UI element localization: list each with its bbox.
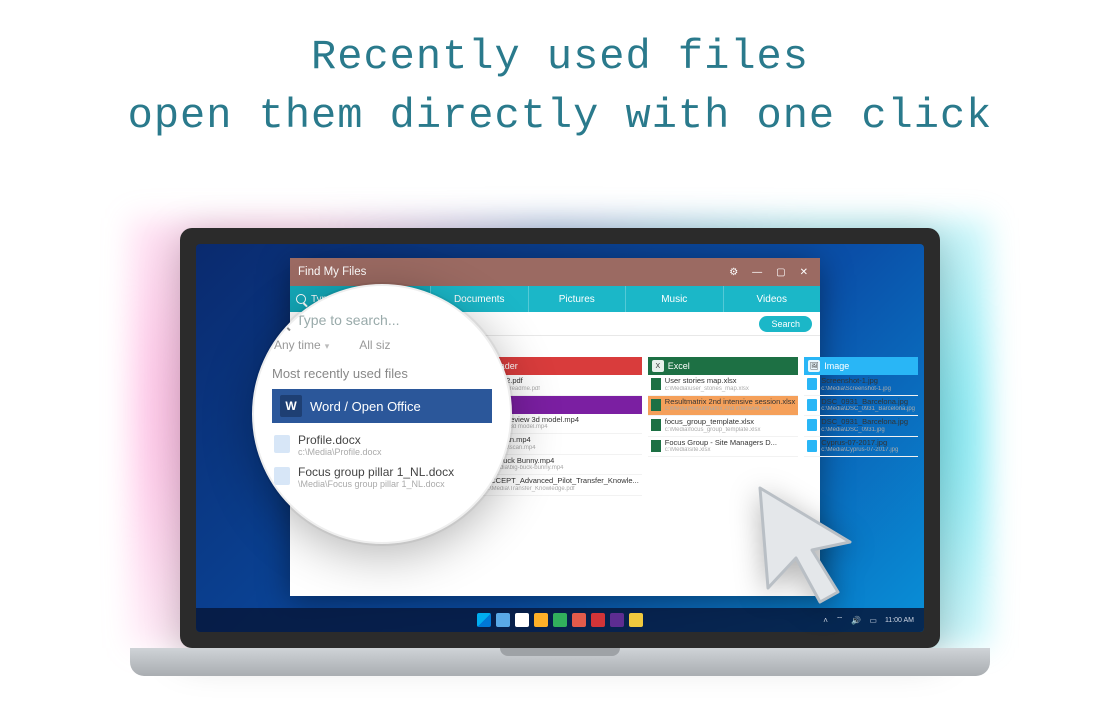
gear-icon[interactable]: ⚙ — [725, 265, 742, 280]
mag-file-row[interactable]: Profile.docxc:\Media\Profile.docx — [272, 429, 492, 461]
magnifier-lens: Type to search... Any time▾ All siz Most… — [252, 284, 512, 544]
mag-filter-size[interactable]: All siz — [359, 338, 390, 352]
list-item[interactable]: Screenshot-1.jpgc:\Media\Screenshot-1.jp… — [804, 375, 918, 396]
search-icon — [296, 294, 306, 304]
image-icon: 🖼 — [808, 360, 820, 372]
hero-line2: open them directly with one click — [0, 87, 1120, 146]
file-icon — [274, 435, 290, 453]
volume-icon[interactable]: 🔊 — [851, 616, 861, 625]
taskbar-app-icon[interactable] — [591, 613, 605, 627]
taskbar: ˄ ⌔ 🔊 ▭ 11:00 AM — [196, 608, 924, 632]
taskbar-app-icon[interactable] — [515, 613, 529, 627]
close-button[interactable]: ✕ — [796, 265, 812, 280]
chevron-up-icon[interactable]: ˄ — [823, 616, 828, 625]
taskbar-app-icon[interactable] — [553, 613, 567, 627]
list-item[interactable]: focus_group_template.xlsxc:\Media\focus_… — [648, 416, 798, 437]
taskbar-app-icon[interactable] — [496, 613, 510, 627]
minimize-button[interactable]: — — [748, 265, 766, 280]
hero-line1: Recently used files — [0, 28, 1120, 87]
list-item-highlighted[interactable]: Resultmatrix 2nd intensive session.xlsxc… — [648, 396, 798, 417]
list-item[interactable]: DSC_0931_Barcelona.jpgc:\Media\DSC_0931.… — [804, 416, 918, 437]
taskbar-app-icon[interactable] — [534, 613, 548, 627]
app-title: Find My Files — [298, 266, 366, 278]
tab-videos[interactable]: Videos — [723, 286, 821, 312]
word-icon: W — [280, 395, 302, 417]
mag-search-placeholder: Type to search... — [296, 312, 400, 328]
cursor-arrow-icon — [750, 480, 870, 610]
mag-mru-heading: Most recently used files — [272, 366, 492, 381]
battery-icon[interactable]: ▭ — [869, 616, 877, 625]
list-item[interactable]: Cyprus-07-2017.jpgc:\Media\Cyprus-07-201… — [804, 437, 918, 458]
title-bar: Find My Files ⚙ — ▢ ✕ — [290, 258, 820, 286]
tab-music[interactable]: Music — [625, 286, 723, 312]
mag-search[interactable]: Type to search... — [272, 312, 492, 328]
category-excel[interactable]: X Excel — [648, 357, 798, 375]
taskbar-app-icon[interactable] — [610, 613, 624, 627]
category-excel-label: Excel — [668, 361, 690, 371]
wifi-icon[interactable]: ⌔ — [836, 615, 844, 625]
taskbar-app-icon[interactable] — [572, 613, 586, 627]
list-item[interactable]: User stories map.xlsxc:\Media\user_stori… — [648, 375, 798, 396]
category-image[interactable]: 🖼 Image — [804, 357, 918, 375]
mag-file-row[interactable]: Focus group pillar 1_NL.docx\Media\Focus… — [272, 461, 492, 493]
list-item[interactable]: Focus Group - Site Managers D...c:\Media… — [648, 437, 798, 458]
tab-pictures[interactable]: Pictures — [528, 286, 626, 312]
mag-category-word[interactable]: W Word / Open Office — [272, 389, 492, 423]
search-button[interactable]: Search — [759, 316, 812, 332]
category-image-label: Image — [824, 361, 849, 371]
taskbar-app-icon[interactable] — [629, 613, 643, 627]
list-item[interactable]: DSC_0931_Barcelona.jpgc:\Media\DSC_0931_… — [804, 396, 918, 417]
start-icon[interactable] — [477, 613, 491, 627]
mag-word-label: Word / Open Office — [310, 399, 421, 414]
file-icon — [274, 467, 290, 485]
search-icon — [272, 312, 288, 328]
mag-filter-time[interactable]: Any time▾ — [274, 338, 329, 352]
maximize-button[interactable]: ▢ — [772, 265, 789, 280]
excel-icon: X — [652, 360, 664, 372]
taskbar-clock[interactable]: 11:00 AM — [885, 617, 914, 624]
